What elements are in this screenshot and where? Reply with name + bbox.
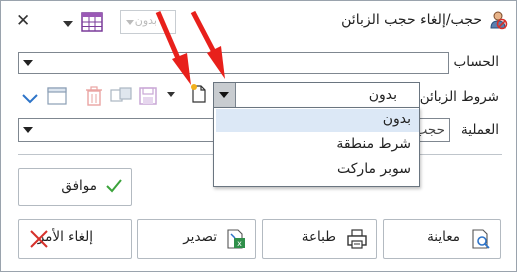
annotation-arrow-right bbox=[190, 10, 225, 79]
dialog-window: حجب/إلغاء حجب الزبائن ✕ بدون الحساب شروط… bbox=[0, 0, 517, 272]
annotation-arrows bbox=[155, 10, 225, 85]
annotation-arrow-left bbox=[155, 11, 191, 85]
